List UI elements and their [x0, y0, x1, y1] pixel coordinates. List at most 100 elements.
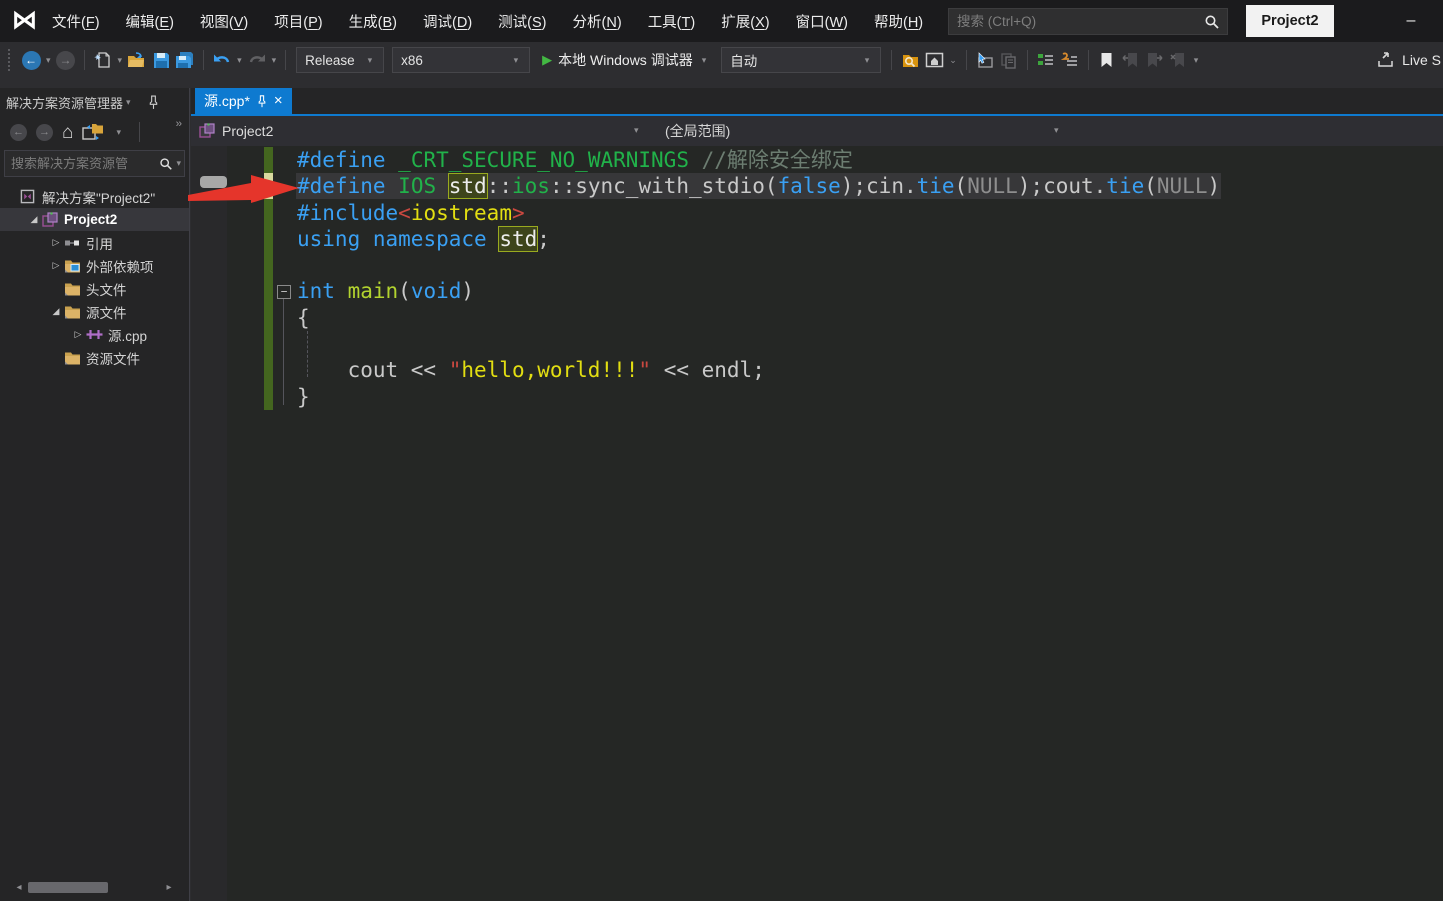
- new-file-button[interactable]: [91, 46, 115, 74]
- solution-platform-combo[interactable]: x86▾: [392, 47, 530, 73]
- horizontal-scrollbar[interactable]: ◂ ▸: [0, 880, 189, 895]
- tree-item-label: 引用: [86, 233, 113, 253]
- start-debugging-button[interactable]: ▶ 本地 Windows 调试器 ▾: [542, 50, 709, 70]
- tree-item-解决方案"Project2"[interactable]: 解决方案"Project2": [0, 185, 189, 208]
- pin-icon[interactable]: [148, 95, 159, 110]
- menu-item[interactable]: 视图(V): [200, 11, 248, 32]
- toolbar-grip-handle[interactable]: [8, 49, 13, 71]
- expander-expanded-icon[interactable]: ◢: [48, 306, 64, 317]
- new-file-dropdown[interactable]: ▾: [115, 55, 126, 66]
- expander-collapsed-icon[interactable]: ▷: [70, 329, 86, 340]
- tree-item-外部依赖项[interactable]: ▷外部依赖项: [0, 254, 189, 277]
- next-bookmark-button[interactable]: [1143, 46, 1167, 74]
- quick-search-box[interactable]: [948, 8, 1228, 35]
- navbar-project-dropdown[interactable]: Project2: [199, 116, 273, 146]
- navbar-scope-dropdown[interactable]: (全局范围): [665, 116, 730, 146]
- code-line-6[interactable]: int main(void): [297, 278, 1443, 304]
- tree-item-源文件[interactable]: ◢源文件: [0, 300, 189, 323]
- redo-dropdown[interactable]: ▾: [269, 55, 280, 66]
- menu-item[interactable]: 帮助(H): [874, 11, 923, 32]
- start-debugging-dropdown[interactable]: ▾: [699, 55, 710, 66]
- navbar-project-caret[interactable]: ▾: [631, 125, 642, 136]
- menu-item[interactable]: 工具(T): [648, 11, 696, 32]
- find-in-files-button[interactable]: [898, 46, 922, 74]
- undo-button[interactable]: [210, 46, 234, 74]
- tree-forward-button[interactable]: →: [36, 124, 53, 141]
- navigate-back-dropdown[interactable]: ▾: [43, 55, 54, 66]
- clear-bookmarks-button[interactable]: [1167, 46, 1191, 74]
- show-next-statement-button[interactable]: [1058, 46, 1082, 74]
- breakpoint-margin[interactable]: [191, 146, 227, 901]
- quick-search-input[interactable]: [949, 14, 1204, 29]
- switch-views-button[interactable]: [82, 123, 104, 141]
- tree-item-引用[interactable]: ▷ 引用: [0, 231, 189, 254]
- collapse-region-icon[interactable]: −: [277, 285, 291, 299]
- select-element-button[interactable]: [973, 46, 997, 74]
- save-button[interactable]: [149, 46, 173, 74]
- navbar-member-caret[interactable]: ▾: [1051, 125, 1062, 136]
- code-line-4[interactable]: using namespace std;: [297, 226, 1443, 252]
- toolbar-separator: [891, 50, 892, 70]
- previous-bookmark-button[interactable]: [1119, 46, 1143, 74]
- solution-search-box[interactable]: ▾: [4, 150, 185, 177]
- panel-overflow-chevrons[interactable]: ››: [176, 118, 181, 130]
- debug-target-combo[interactable]: 自动▾: [721, 47, 881, 73]
- copy-parent-button[interactable]: [997, 46, 1021, 74]
- expander-collapsed-icon[interactable]: ▷: [48, 260, 64, 271]
- scroll-left-arrow[interactable]: ◂: [10, 882, 28, 893]
- live-share-button[interactable]: Live S: [1376, 42, 1443, 78]
- solution-explorer-header[interactable]: 解决方案资源管理器 ▾: [0, 88, 189, 116]
- tree-item-资源文件[interactable]: 资源文件: [0, 346, 189, 369]
- tree-back-button[interactable]: ←: [10, 124, 27, 141]
- panel-dropdown[interactable]: ▾: [123, 97, 134, 108]
- code-region[interactable]: #define _CRT_SECURE_NO_WARNINGS //解除安全绑定…: [191, 146, 1443, 901]
- menu-item[interactable]: 扩展(X): [721, 11, 769, 32]
- open-folder-button[interactable]: [125, 46, 149, 74]
- menu-item[interactable]: 窗口(W): [796, 11, 848, 32]
- code-line-1[interactable]: #define _CRT_SECURE_NO_WARNINGS //解除安全绑定: [297, 147, 1443, 173]
- code-line-9[interactable]: cout << "hello,world!!!" << endl;: [297, 357, 1443, 383]
- menu-item[interactable]: 生成(B): [349, 11, 397, 32]
- code-line-8[interactable]: [297, 331, 1443, 357]
- folder-icon: [64, 281, 82, 297]
- code-line-2[interactable]: #define IOS std::ios::sync_with_stdio(fa…: [297, 173, 1443, 199]
- show-threads-button[interactable]: [1034, 46, 1058, 74]
- toolbar-overflow-dropdown[interactable]: ▾: [1191, 55, 1202, 66]
- navigate-back-button[interactable]: ←: [19, 46, 43, 74]
- code-line-3[interactable]: #include<iostream>: [297, 200, 1443, 226]
- scrollbar-thumb[interactable]: [28, 882, 108, 893]
- save-all-button[interactable]: [173, 46, 197, 74]
- tab-source-cpp[interactable]: 源.cpp* ×: [195, 88, 292, 114]
- search-options-dropdown[interactable]: ▾: [173, 158, 184, 169]
- switch-views-dropdown[interactable]: ▾: [113, 127, 124, 138]
- tree-item-头文件[interactable]: 头文件: [0, 277, 189, 300]
- tree-item-源.cpp[interactable]: ▷源.cpp: [0, 323, 189, 346]
- code-line-10[interactable]: }: [297, 384, 1443, 410]
- menu-item[interactable]: 测试(S): [498, 11, 546, 32]
- view-designer-button[interactable]: [922, 46, 946, 74]
- menu-item[interactable]: 文件(F): [52, 11, 100, 32]
- window-minimize-button[interactable]: –: [1396, 6, 1426, 36]
- undo-dropdown[interactable]: ▾: [234, 55, 245, 66]
- expander-collapsed-icon[interactable]: ▷: [48, 237, 64, 248]
- expander-expanded-icon[interactable]: ◢: [26, 214, 42, 225]
- close-icon[interactable]: ×: [274, 94, 283, 108]
- toggle-bookmark-button[interactable]: [1095, 46, 1119, 74]
- pin-icon[interactable]: [257, 95, 267, 108]
- view-designer-dropdown[interactable]: ⌄: [946, 55, 960, 66]
- home-icon[interactable]: ⌂: [62, 124, 73, 141]
- redo-button[interactable]: [245, 46, 269, 74]
- solution-search-input[interactable]: [5, 156, 159, 171]
- feedback-project-badge[interactable]: Project2: [1246, 5, 1334, 37]
- code-line-7[interactable]: {: [297, 305, 1443, 331]
- menu-item[interactable]: 分析(N): [573, 11, 622, 32]
- navigate-forward-button[interactable]: →: [54, 46, 78, 74]
- code-line-5[interactable]: [297, 252, 1443, 278]
- menu-item[interactable]: 编辑(E): [126, 11, 174, 32]
- menu-item[interactable]: 调试(D): [423, 11, 472, 32]
- menu-item[interactable]: 项目(P): [274, 11, 322, 32]
- code-lines[interactable]: #define _CRT_SECURE_NO_WARNINGS //解除安全绑定…: [297, 147, 1443, 410]
- tree-item-Project2[interactable]: ◢Project2: [0, 208, 189, 231]
- solution-configuration-combo[interactable]: Release▾: [296, 47, 384, 73]
- scroll-right-arrow[interactable]: ▸: [160, 882, 178, 893]
